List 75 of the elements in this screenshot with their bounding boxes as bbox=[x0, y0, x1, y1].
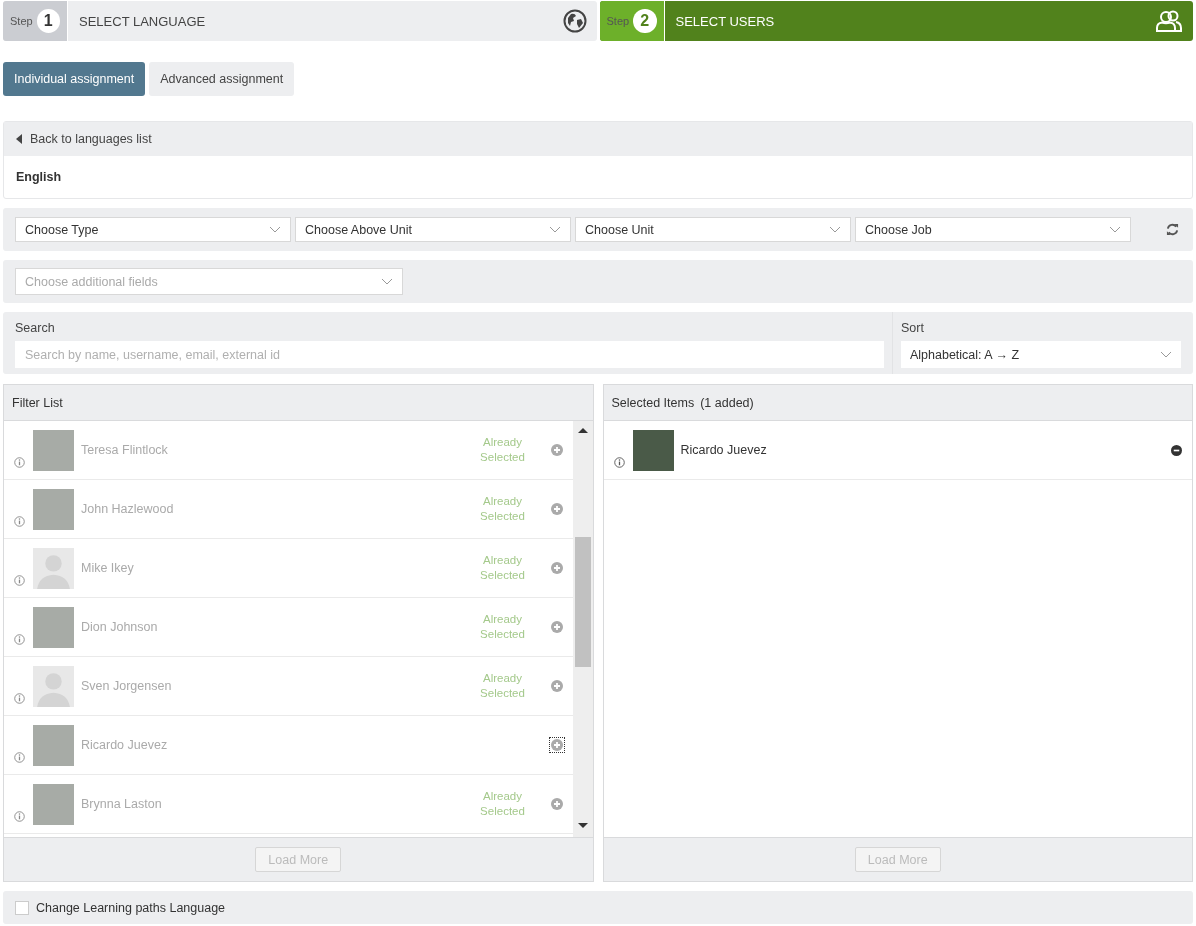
user-row[interactable]: Ricardo Juevez bbox=[4, 716, 573, 775]
user-row[interactable]: Brynna Laston Already Selected bbox=[4, 775, 573, 834]
chevron-down-icon bbox=[1160, 351, 1172, 358]
info-icon[interactable] bbox=[14, 693, 25, 704]
add-button[interactable] bbox=[548, 737, 565, 753]
user-name: Brynna Laston bbox=[81, 797, 163, 811]
user-name: Dion Johnson bbox=[81, 620, 159, 634]
checkbox[interactable] bbox=[15, 900, 29, 915]
status-text: Already Selected bbox=[479, 435, 526, 465]
status-text: Already Selected bbox=[479, 671, 526, 701]
user-row[interactable]: Mike Ikey Already Selected bbox=[4, 539, 573, 598]
photo-placeholder bbox=[33, 783, 74, 825]
info-icon[interactable] bbox=[14, 575, 25, 586]
chevron-down-icon bbox=[549, 226, 561, 233]
avatar-silhouette-icon bbox=[33, 665, 74, 707]
step-label: Step bbox=[606, 15, 630, 27]
search-label: Search bbox=[15, 321, 56, 335]
info-icon[interactable] bbox=[14, 811, 25, 822]
step-title: SELECT USERS bbox=[674, 13, 776, 29]
globe-icon bbox=[562, 9, 587, 33]
filter-dropdown[interactable]: Choose Type bbox=[15, 217, 291, 242]
status-text: Already Selected bbox=[479, 553, 526, 583]
user-name: Sven Jorgensen bbox=[81, 679, 173, 693]
assignment-tab[interactable]: Individual assignment bbox=[3, 62, 146, 96]
photo-placeholder bbox=[33, 606, 74, 648]
refresh-icon[interactable] bbox=[1166, 223, 1179, 236]
filter-dropdown[interactable]: Choose Above Unit bbox=[295, 217, 571, 242]
photo-placeholder bbox=[33, 488, 74, 530]
search-field[interactable]: Search by name, username, email, external id bbox=[15, 341, 884, 368]
chevron-down-icon bbox=[381, 278, 393, 285]
sort-dropdown[interactable]: Alphabetical: A → Z bbox=[901, 341, 1181, 368]
chevron-down-icon bbox=[829, 226, 841, 233]
info-icon[interactable] bbox=[14, 457, 25, 468]
user-name: Ricardo Juevez bbox=[81, 738, 169, 752]
sort-label: Sort bbox=[901, 321, 925, 335]
language-name: English bbox=[16, 170, 62, 184]
added-count: (1 added) bbox=[700, 395, 754, 410]
scrollbar[interactable] bbox=[572, 421, 593, 837]
user-row[interactable]: Teresa Flintlock Already Selected bbox=[4, 421, 573, 480]
remove-icon[interactable] bbox=[1171, 444, 1182, 456]
users-icon bbox=[1155, 9, 1183, 33]
user-row[interactable]: John Hazlewood Already Selected bbox=[4, 480, 573, 539]
photo-placeholder bbox=[33, 724, 74, 766]
additional-fields-dropdown[interactable]: Choose additional fields bbox=[15, 268, 403, 295]
user-name: Mike Ikey bbox=[81, 561, 135, 575]
caret-left-icon bbox=[16, 134, 22, 144]
status-text: Already Selected bbox=[479, 612, 526, 642]
info-icon[interactable] bbox=[613, 457, 625, 468]
user-name: John Hazlewood bbox=[81, 502, 175, 516]
status-text: Already Selected bbox=[479, 494, 526, 524]
step-title: SELECT LANGUAGE bbox=[78, 13, 207, 29]
user-row[interactable]: Sven Jorgensen Already Selected bbox=[4, 657, 573, 716]
info-icon[interactable] bbox=[14, 752, 25, 763]
filter-dropdown[interactable]: Choose Job bbox=[855, 217, 1131, 242]
step-label: Step bbox=[10, 15, 33, 27]
user-row[interactable]: Dion Johnson Already Selected bbox=[4, 598, 573, 657]
info-icon[interactable] bbox=[14, 516, 25, 527]
step-number: 1 bbox=[36, 9, 60, 33]
user-name: Ricardo Juevez bbox=[680, 443, 768, 457]
avatar-silhouette-icon bbox=[33, 547, 74, 589]
step-bar[interactable]: Step 1 SELECT LANGUAGE bbox=[3, 1, 597, 41]
step-number: 2 bbox=[633, 9, 657, 33]
filter-dropdown[interactable]: Choose Unit bbox=[575, 217, 851, 242]
step-bar[interactable]: Step 2 SELECT USERS bbox=[599, 1, 1193, 41]
assignment-tab[interactable]: Advanced assignment bbox=[149, 62, 295, 96]
photo-placeholder bbox=[33, 429, 74, 471]
status-text: Already Selected bbox=[479, 789, 526, 819]
checkbox-label: Change Learning paths Language bbox=[36, 900, 226, 915]
user-name: Teresa Flintlock bbox=[81, 443, 169, 457]
list-title: Filter List bbox=[12, 395, 63, 410]
chevron-down-icon bbox=[1109, 226, 1121, 233]
chevron-down-icon bbox=[269, 226, 281, 233]
photo-placeholder bbox=[632, 429, 674, 471]
list-title: Selected Items bbox=[611, 395, 695, 410]
info-icon[interactable] bbox=[14, 634, 25, 645]
